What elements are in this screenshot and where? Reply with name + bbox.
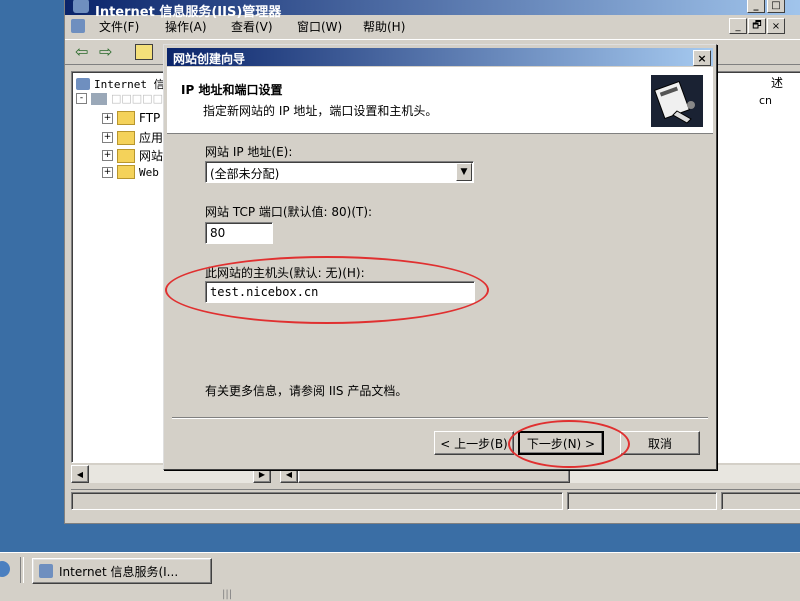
taskbar: Internet 信息服务(I... ||| [0, 552, 800, 601]
step-title: IP 地址和端口设置 [181, 83, 283, 97]
tree-item-label: Web [139, 165, 159, 179]
resize-grip-icon: ||| [222, 589, 233, 600]
menu-app-icon [71, 19, 85, 33]
expand-icon[interactable]: + [102, 150, 113, 161]
taskbar-iis-button[interactable]: Internet 信息服务(I... [32, 558, 212, 584]
folder-icon [117, 130, 135, 145]
expand-icon[interactable]: + [102, 112, 113, 124]
wizard-book-icon [651, 75, 703, 127]
taskbar-iis-label: Internet 信息服务(I... [59, 564, 179, 579]
iis-task-icon [39, 564, 53, 578]
tree-item-label: 应用 [139, 131, 164, 145]
doc-close-button[interactable]: × [767, 18, 785, 34]
ip-address-select[interactable]: (全部未分配) ▼ [205, 161, 474, 183]
taskbar-separator [20, 557, 24, 583]
server-icon [91, 92, 107, 105]
next-button-highlight [508, 420, 630, 468]
menu-file[interactable]: 文件(F) [99, 18, 139, 35]
minimize-button[interactable]: _ [747, 0, 765, 13]
quick-launch-icon[interactable] [0, 561, 10, 577]
status-panel-3 [721, 492, 800, 510]
doc-minimize-button[interactable]: _ [729, 18, 747, 34]
tree-item-sites[interactable]: + 网站 [102, 147, 163, 164]
tree-item-ftp[interactable]: + FTP [102, 111, 160, 125]
title-controls: _ □ [747, 0, 785, 13]
cancel-button[interactable]: 取消 [620, 431, 700, 455]
back-button[interactable]: < 上一步(B) [434, 431, 514, 455]
info-text: 有关更多信息，请参阅 IIS 产品文档。 [205, 384, 408, 398]
website-creation-wizard: 网站创建向导 × IP 地址和端口设置 指定新网站的 IP 地址，端口设置和主机… [163, 44, 717, 470]
wizard-header: IP 地址和端口设置 指定新网站的 IP 地址，端口设置和主机头。 [167, 67, 713, 134]
row-value-fragment: cn [759, 94, 773, 107]
menu-view[interactable]: 查看(V) [231, 18, 273, 35]
scroll-left-button[interactable]: ◀ [71, 465, 89, 483]
ip-address-label: 网站 IP 地址(E): [205, 145, 293, 159]
wizard-titlebar[interactable]: 网站创建向导 × [167, 48, 713, 66]
host-header-highlight [165, 256, 489, 324]
iis-app-icon [73, 0, 89, 13]
folder-icon [117, 148, 135, 163]
status-bar [71, 489, 800, 510]
wizard-divider [172, 417, 708, 419]
back-arrow-icon[interactable]: ⇦ [75, 42, 88, 61]
expand-icon[interactable]: + [102, 166, 113, 178]
tcp-port-input[interactable]: 80 [205, 222, 273, 244]
tcp-port-value: 80 [210, 226, 226, 240]
wizard-title: 网站创建向导 [173, 52, 246, 66]
menu-action[interactable]: 操作(A) [165, 18, 207, 35]
tree-root[interactable]: Internet 信 [76, 76, 165, 92]
status-panel-2 [567, 492, 717, 510]
tree-item-web[interactable]: + Web [102, 165, 159, 179]
column-header-fragment[interactable]: 述 [771, 74, 783, 91]
status-panel-1 [71, 492, 563, 510]
close-icon[interactable]: × [693, 50, 711, 66]
maximize-button[interactable]: □ [767, 0, 785, 13]
dropdown-arrow-icon[interactable]: ▼ [456, 163, 472, 181]
iis-titlebar[interactable]: Internet 信息服务(IIS)管理器 _ □ [65, 0, 800, 20]
tree-root-label: Internet 信 [94, 78, 165, 91]
folder-icon [117, 111, 135, 125]
folder-icon [117, 165, 135, 179]
menu-bar: 文件(F) 操作(A) 查看(V) 窗口(W) 帮助(H) _ 🗗 × [65, 15, 800, 37]
collapse-icon[interactable]: - [76, 93, 87, 104]
doc-restore-button[interactable]: 🗗 [748, 18, 766, 34]
forward-arrow-icon[interactable]: ⇨ [99, 42, 112, 61]
doc-window-controls: _ 🗗 × [729, 18, 785, 34]
up-folder-icon[interactable] [135, 44, 153, 60]
step-subtitle: 指定新网站的 IP 地址，端口设置和主机头。 [203, 104, 438, 118]
expand-icon[interactable]: + [102, 132, 113, 143]
tcp-port-label: 网站 TCP 端口(默认值: 80)(T): [205, 205, 373, 219]
menu-help[interactable]: 帮助(H) [363, 18, 405, 35]
tree-item-apps[interactable]: + 应用 [102, 129, 163, 146]
tree-item-label: 网站 [139, 149, 164, 163]
iis-root-icon [76, 78, 90, 90]
ip-address-value: (全部未分配) [210, 167, 280, 181]
menu-window[interactable]: 窗口(W) [297, 18, 342, 35]
tree-item-label: FTP [139, 111, 161, 125]
